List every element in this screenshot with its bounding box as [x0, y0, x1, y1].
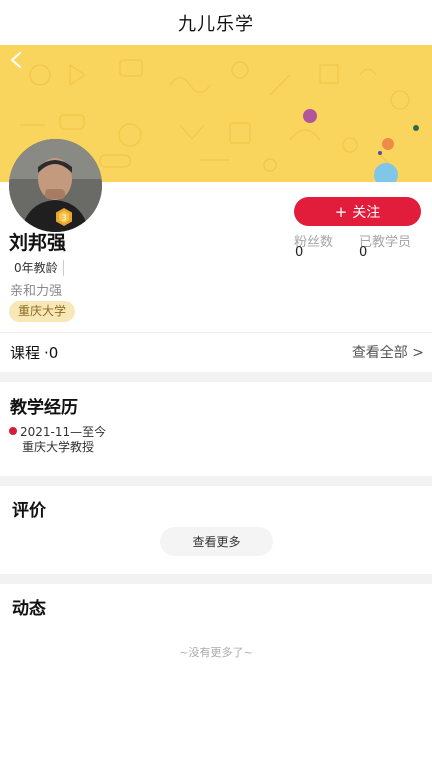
avatar-container: 3 [9, 139, 102, 232]
back-button[interactable] [6, 50, 26, 70]
timeline-dot [9, 427, 17, 435]
follow-button[interactable]: + 关注 [294, 197, 421, 226]
course-label: 课程 [10, 343, 41, 362]
students-count: 0 [359, 245, 368, 260]
follow-label: 关注 [352, 204, 381, 221]
course-count: ·0 [44, 343, 59, 362]
svg-text:3: 3 [61, 214, 66, 223]
course-row: 课程 ·0 查看全部 > [0, 333, 432, 371]
medal-icon: 3 [54, 207, 74, 227]
teacher-tagline: 亲和力强 [10, 284, 63, 299]
course-label-wrap: 课程 ·0 [10, 342, 58, 363]
no-more-text: ~没有更多了~ [179, 646, 253, 659]
experience-role: 重庆大学教授 [22, 440, 95, 454]
school-tag: 重庆大学 [9, 301, 76, 322]
see-more-reviews-button[interactable]: 查看更多 [160, 527, 273, 556]
fans-count: 0 [295, 245, 304, 260]
experience-title: 教学经历 [10, 398, 78, 418]
teaching-years: 0年教龄 [14, 260, 64, 276]
reviews-title: 评价 [12, 501, 46, 521]
section-gap [0, 372, 432, 382]
see-all-courses-link[interactable]: 查看全部 > [352, 342, 424, 362]
section-gap [0, 476, 432, 486]
moments-title: 动态 [12, 599, 46, 619]
chevron-left-icon [11, 52, 21, 68]
title-bar: 九儿乐学 [0, 0, 432, 45]
teacher-name: 刘邦强 [9, 232, 67, 254]
app-title: 九儿乐学 [178, 13, 254, 35]
section-gap [0, 574, 432, 584]
plus-icon: + [334, 202, 348, 221]
